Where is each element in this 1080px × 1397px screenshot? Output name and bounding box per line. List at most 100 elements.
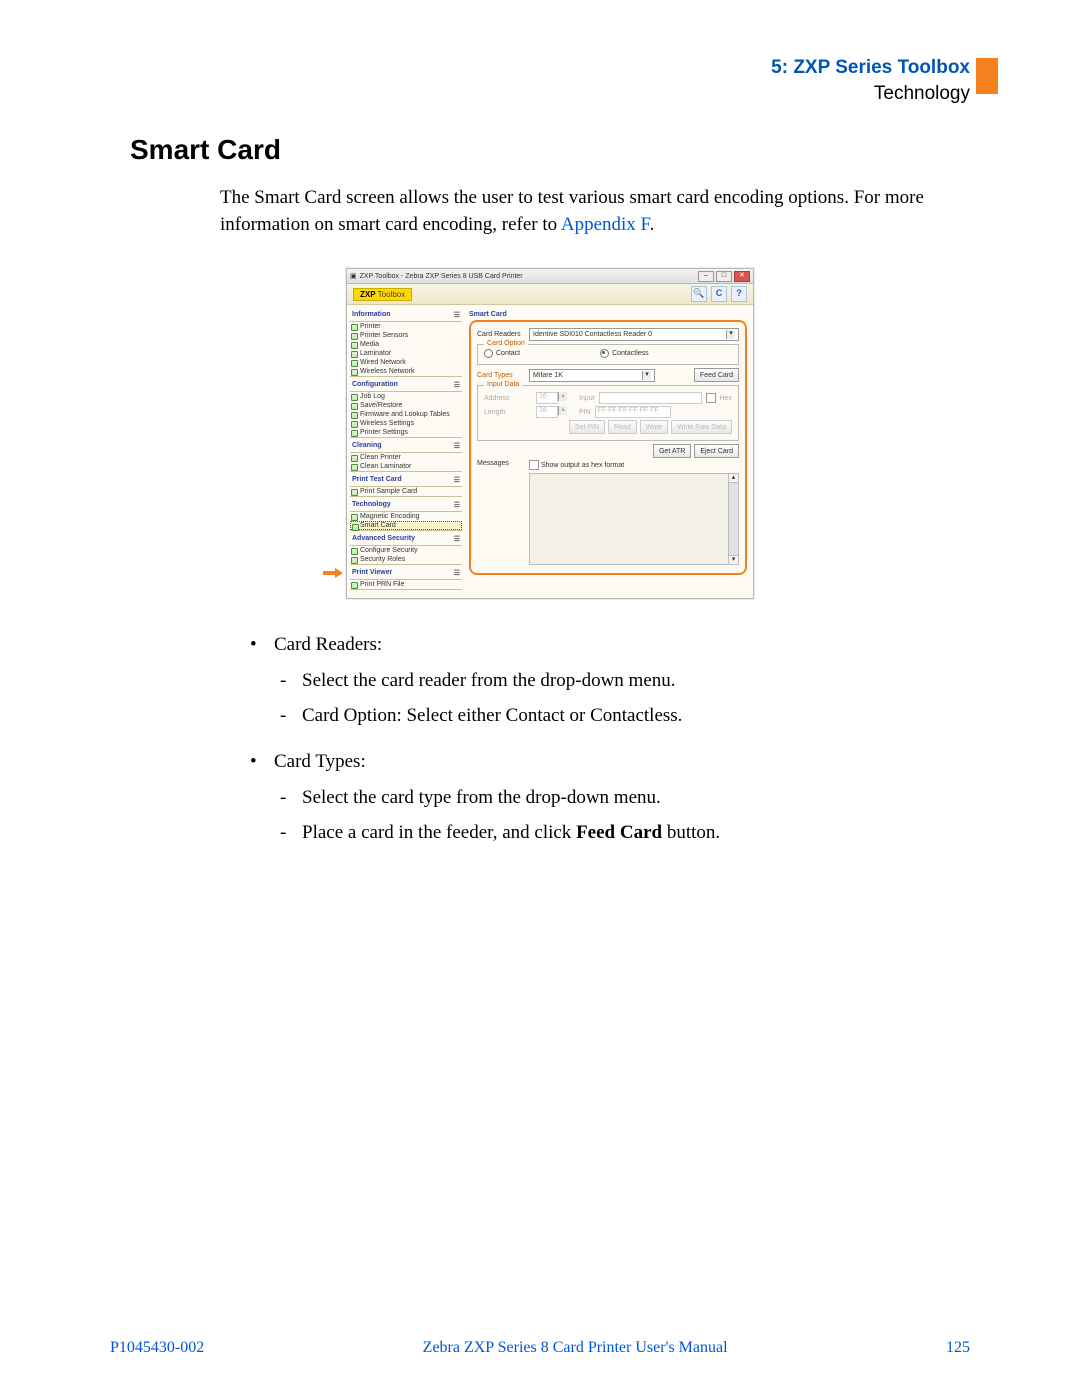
sidebar: Information☰PrinterPrinter SensorsMediaL… <box>347 305 465 598</box>
maximize-button[interactable]: □ <box>716 271 732 282</box>
document-page: 5: ZXP Series Toolbox Technology Smart C… <box>0 0 1080 1397</box>
help-icon[interactable]: ? <box>731 286 747 302</box>
eject-card-button[interactable]: Eject Card <box>694 444 739 458</box>
sidebar-item[interactable]: Media <box>350 340 462 349</box>
spinner-icon: ▴ <box>558 392 567 401</box>
write-button[interactable]: Write <box>640 420 668 434</box>
write-raw-button[interactable]: Write Raw Data <box>671 420 732 434</box>
chapter-subsection: Technology <box>130 81 970 107</box>
bullet-heading: Card Types: <box>274 751 366 772</box>
panel-title: Smart Card <box>469 311 747 318</box>
callout-arrow-icon <box>323 568 343 578</box>
sidebar-group-header[interactable]: Cleaning ☰ <box>350 440 462 453</box>
sidebar-group-title: Technology <box>352 501 391 509</box>
scroll-down-icon[interactable]: ▾ <box>729 555 738 564</box>
sidebar-item[interactable]: Clean Printer <box>350 453 462 462</box>
app-window: ▣ ZXP Toolbox - Zebra ZXP Series 8 USB C… <box>346 268 754 599</box>
sidebar-item[interactable]: Printer Settings <box>350 428 462 437</box>
brand-bold: ZXP <box>360 290 375 299</box>
input-field[interactable] <box>599 392 702 404</box>
sidebar-item[interactable]: Wired Network <box>350 358 462 367</box>
refresh-icon[interactable]: C <box>711 286 727 302</box>
bullet-item: Select the card type from the drop-down … <box>274 782 970 814</box>
address-value: 16 <box>536 392 558 404</box>
length-stepper[interactable]: 16 ▴ <box>536 406 567 418</box>
scroll-up-icon[interactable]: ▴ <box>729 474 738 483</box>
sidebar-item[interactable]: Firmware and Lookup Tables <box>350 410 462 419</box>
sidebar-group-header[interactable]: Configuration☰ <box>350 379 462 392</box>
appendix-link[interactable]: Appendix F <box>561 214 650 235</box>
sidebar-group-title: Advanced Security <box>352 535 415 543</box>
sidebar-group-title: Information <box>352 311 391 319</box>
page-number: 125 <box>946 1339 970 1357</box>
window-title: ZXP Toolbox - Zebra ZXP Series 8 USB Car… <box>360 273 523 280</box>
bullet-item: Place a card in the feeder, and click Fe… <box>274 817 970 849</box>
section-heading: Smart Card <box>130 134 970 166</box>
sidebar-item[interactable]: Printer <box>350 322 462 331</box>
bullet-item: Select the card reader from the drop-dow… <box>274 665 970 697</box>
bullet-heading: Card Readers: <box>274 634 382 655</box>
doc-part-number: P1045430-002 <box>110 1339 204 1357</box>
sidebar-item[interactable]: Job Log <box>350 392 462 401</box>
sidebar-group-title: Cleaning <box>352 442 382 450</box>
input-data-fieldset: Input Data Address 16 ▴ Input Hex <box>477 385 739 441</box>
sidebar-item[interactable]: Security Roles <box>350 555 462 564</box>
collapse-icon: ☰ <box>454 569 460 577</box>
close-button[interactable]: ✕ <box>734 271 750 282</box>
pin-field[interactable]: FF FF FF FF FF FF <box>595 406 671 418</box>
chevron-down-icon: ▾ <box>726 330 735 339</box>
title-bar: ▣ ZXP Toolbox - Zebra ZXP Series 8 USB C… <box>347 269 753 284</box>
card-types-label: Card Types <box>477 372 525 379</box>
card-option-fieldset: Card Option Contact Contactless <box>477 344 739 365</box>
sidebar-item[interactable]: Laminator <box>350 349 462 358</box>
set-pin-button[interactable]: Set PIN <box>569 420 605 434</box>
sidebar-group-title: Print Viewer <box>352 569 392 577</box>
length-label: Length <box>484 409 532 416</box>
contactless-radio[interactable]: Contactless <box>600 349 649 358</box>
sidebar-item[interactable]: Save/Restore <box>350 401 462 410</box>
hex-output-checkbox[interactable] <box>529 460 539 470</box>
pin-label: PIN <box>579 409 591 416</box>
intro-paragraph: The Smart Card screen allows the user to… <box>220 185 970 238</box>
read-button[interactable]: Read <box>608 420 637 434</box>
bullet-item: Card Option: Select either Contact or Co… <box>274 700 970 732</box>
address-stepper[interactable]: 16 ▴ <box>536 392 567 404</box>
contact-radio[interactable]: Contact <box>484 349 520 358</box>
messages-label: Messages <box>477 460 525 467</box>
sidebar-item[interactable]: Print Sample Card <box>350 487 462 496</box>
input-label: Input <box>579 395 595 402</box>
feed-card-button[interactable]: Feed Card <box>694 368 739 382</box>
get-atr-button[interactable]: Get ATR <box>653 444 691 458</box>
card-readers-select[interactable]: Identive SDI010 Contactless Reader 0 ▾ <box>529 328 739 341</box>
scrollbar[interactable]: ▴ ▾ <box>728 474 738 564</box>
sidebar-item[interactable]: Wireless Network <box>350 367 462 376</box>
edge-tab <box>976 58 998 94</box>
sidebar-item[interactable]: Printer Sensors <box>350 331 462 340</box>
card-option-legend: Card Option <box>484 340 528 347</box>
sidebar-group-header[interactable]: Advanced Security ☰ <box>350 533 462 546</box>
sidebar-group-title: Print Test Card <box>352 476 402 484</box>
brand-rest: Toolbox <box>378 290 406 299</box>
smartcard-panel: Card Readers Identive SDI010 Contactless… <box>469 320 747 575</box>
brand-tag: ZXP Toolbox <box>353 288 412 301</box>
app-icon: ▣ <box>350 272 357 280</box>
sidebar-group-header[interactable]: Information☰ <box>350 309 462 322</box>
sidebar-item[interactable]: Wireless Settings <box>350 419 462 428</box>
sidebar-item-selected[interactable]: Smart Card <box>350 521 462 530</box>
sidebar-item[interactable]: Magnetic Encoding <box>350 512 462 521</box>
sidebar-item[interactable]: Clean Laminator <box>350 462 462 471</box>
collapse-icon: ☰ <box>454 442 460 450</box>
sidebar-group-header[interactable]: Print Test Card☰ <box>350 474 462 487</box>
collapse-icon: ☰ <box>454 535 460 543</box>
intro-text-after: . <box>650 214 655 235</box>
sidebar-item[interactable]: Configure Security <box>350 546 462 555</box>
minimize-button[interactable]: – <box>698 271 714 282</box>
card-types-select[interactable]: Mifare 1K ▾ <box>529 369 655 382</box>
sidebar-group-header[interactable]: Technology☰ <box>350 499 462 512</box>
hex-checkbox[interactable] <box>706 393 716 403</box>
sidebar-group-header[interactable]: Print Viewer ☰ <box>350 567 462 580</box>
spinner-icon: ▴ <box>558 406 567 415</box>
search-icon[interactable]: 🔍 <box>691 286 707 302</box>
sidebar-item[interactable]: Print PRN File <box>350 580 462 589</box>
hex-output-label: Show output as hex format <box>541 462 624 469</box>
